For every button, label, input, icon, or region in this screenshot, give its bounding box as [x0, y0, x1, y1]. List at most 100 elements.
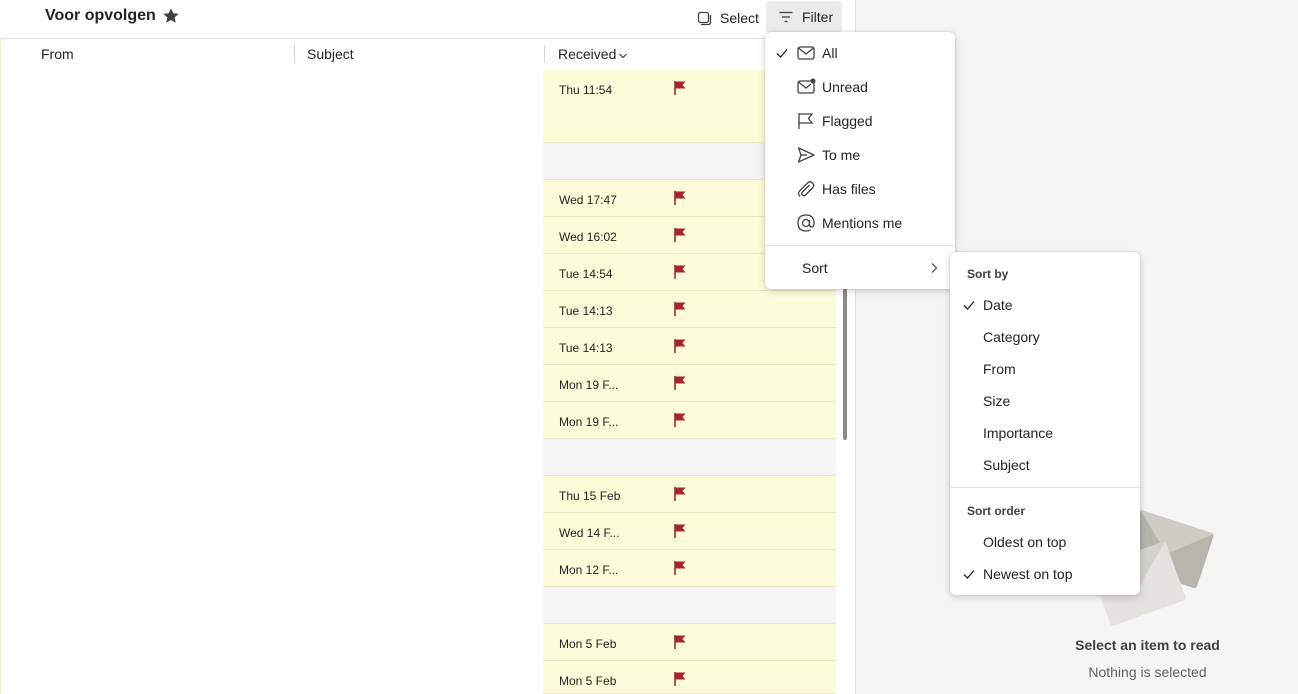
at-icon	[797, 214, 815, 232]
sort-menu-item[interactable]: Sort	[765, 251, 955, 285]
sort-by-from[interactable]: From	[950, 353, 1140, 385]
select-button[interactable]: Select	[690, 4, 765, 32]
row-date: Thu 15 Feb	[559, 489, 621, 503]
flag-icon[interactable]	[672, 301, 688, 317]
filter-item-label: To me	[822, 147, 861, 163]
sort-by-heading: Sort by	[967, 267, 1009, 281]
sort-item-label: Importance	[983, 425, 1054, 441]
filter-item-to-me[interactable]: To me	[765, 138, 955, 172]
flag-icon[interactable]	[672, 486, 688, 502]
mail-icon	[797, 46, 815, 60]
flag-outline-icon	[798, 113, 814, 129]
select-label: Select	[720, 10, 759, 26]
checkbox-icon	[697, 11, 712, 26]
table-row[interactable]: Tue 14:13	[543, 328, 836, 365]
column-header-subject[interactable]: Subject	[307, 39, 354, 69]
table-row[interactable]: Mon 12 F...	[543, 550, 836, 587]
attach-icon	[797, 181, 815, 197]
filter-item-label: Unread	[822, 79, 868, 95]
filter-item-label: Mentions me	[822, 215, 903, 231]
row-date: Mon 12 F...	[559, 563, 619, 577]
menu-divider	[765, 245, 955, 246]
sort-item-label: From	[983, 361, 1016, 377]
chevron-down-icon	[619, 53, 628, 59]
flag-icon[interactable]	[672, 523, 688, 539]
filter-menu: All Unread Flagged To me Has files Menti…	[765, 32, 955, 289]
flag-icon[interactable]	[672, 190, 688, 206]
sort-by-date[interactable]: Date	[950, 289, 1140, 321]
sort-order-oldest[interactable]: Oldest on top	[950, 526, 1140, 558]
column-header-received[interactable]: Received	[558, 39, 628, 69]
row-date: Wed 14 F...	[559, 526, 620, 540]
sort-item-label: Size	[983, 393, 1011, 409]
flag-icon[interactable]	[672, 375, 688, 391]
row-date: Wed 16:02	[559, 230, 617, 244]
sort-submenu: Sort by Date Category From Size Importan…	[950, 252, 1140, 595]
sort-by-importance[interactable]: Importance	[950, 417, 1140, 449]
filter-item-label: Has files	[822, 181, 876, 197]
sort-item-label: Oldest on top	[983, 534, 1067, 550]
sort-item-label: Newest on top	[983, 566, 1073, 582]
sort-by-category[interactable]: Category	[950, 321, 1140, 353]
row-date: Mon 5 Feb	[559, 674, 617, 688]
row-date: Tue 14:54	[559, 267, 613, 281]
row-date: Tue 14:13	[559, 304, 613, 318]
table-row[interactable]: Mon 5 Feb	[543, 661, 836, 694]
row-date: Thu 11:54	[559, 83, 613, 97]
sort-item-label: Category	[983, 329, 1040, 345]
flag-icon[interactable]	[672, 634, 688, 650]
list-header: Voor opvolgen Select Filter	[0, 0, 855, 39]
filter-item-has-files[interactable]: Has files	[765, 172, 955, 206]
filter-item-flagged[interactable]: Flagged	[765, 104, 955, 138]
star-icon[interactable]	[162, 7, 180, 25]
flag-icon[interactable]	[672, 264, 688, 280]
sort-by-size[interactable]: Size	[950, 385, 1140, 417]
table-row[interactable]: Mon 19 F...	[543, 402, 836, 439]
flag-icon[interactable]	[672, 412, 688, 428]
chevron-right-icon	[931, 263, 938, 273]
row-date: Mon 5 Feb	[559, 637, 617, 651]
sort-item-label: Date	[983, 297, 1013, 313]
flag-icon[interactable]	[672, 227, 688, 243]
table-row[interactable]: Tue 14:13	[543, 291, 836, 328]
row-date: Tue 14:13	[559, 341, 613, 355]
mail-unread-icon	[797, 78, 816, 94]
column-header-from[interactable]: From	[41, 39, 74, 69]
flag-icon[interactable]	[672, 671, 688, 687]
table-row[interactable]: Mon 5 Feb	[543, 624, 836, 661]
flag-icon[interactable]	[672, 80, 688, 96]
flag-icon[interactable]	[672, 338, 688, 354]
sort-order-newest[interactable]: Newest on top	[950, 558, 1140, 590]
list-scrollbar[interactable]	[843, 278, 847, 440]
reading-pane-subtitle: Nothing is selected	[1088, 664, 1207, 680]
filter-item-unread[interactable]: Unread	[765, 70, 955, 104]
filter-icon	[779, 11, 793, 23]
table-row[interactable]: Thu 15 Feb	[543, 476, 836, 513]
column-separator[interactable]	[294, 45, 295, 63]
filter-item-label: Flagged	[822, 113, 873, 129]
row-date: Wed 17:47	[559, 193, 617, 207]
checkmark-icon	[963, 570, 975, 579]
column-separator[interactable]	[544, 45, 545, 63]
row-date: Mon 19 F...	[559, 415, 619, 429]
filter-item-all[interactable]: All	[765, 36, 955, 70]
send-icon	[797, 147, 815, 163]
flag-icon[interactable]	[672, 560, 688, 576]
table-row[interactable]: Mon 19 F...	[543, 365, 836, 402]
checkmark-icon	[776, 49, 788, 58]
sort-by-subject[interactable]: Subject	[950, 449, 1140, 481]
filter-button[interactable]: Filter	[766, 1, 842, 33]
sort-item-label: Subject	[983, 457, 1030, 473]
table-row[interactable]: Wed 14 F...	[543, 513, 836, 550]
filter-item-label: All	[822, 45, 838, 61]
list-left-edge	[0, 39, 1, 694]
group-header	[543, 439, 836, 476]
filter-label: Filter	[802, 9, 834, 25]
row-date: Mon 19 F...	[559, 378, 619, 392]
sort-order-heading: Sort order	[967, 504, 1026, 518]
reading-pane-title: Select an item to read	[1075, 637, 1220, 653]
filter-item-mentions-me[interactable]: Mentions me	[765, 206, 955, 240]
received-label: Received	[558, 46, 617, 62]
sort-label: Sort	[802, 260, 828, 276]
folder-title: Voor opvolgen	[45, 7, 156, 24]
